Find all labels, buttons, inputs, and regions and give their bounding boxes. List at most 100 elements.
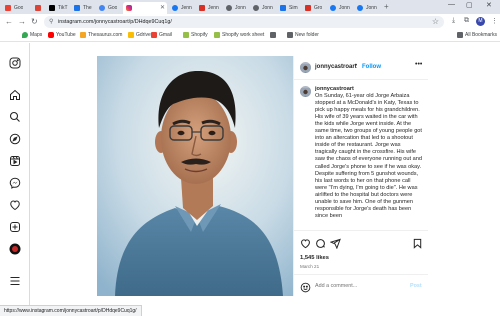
search-icon[interactable] [8,111,22,125]
bookmark-thesaurus[interactable]: Thesaurus.com [80,32,122,38]
like-heart-icon[interactable] [300,236,312,249]
back-icon[interactable]: ← [5,17,13,26]
tab-favicon-icon [172,5,178,11]
bookmark-shopify-work-sheet[interactable]: Shopify work sheet [214,32,264,38]
browser-tab[interactable]: Jenn [196,2,223,14]
browser-tab[interactable]: Goo [2,2,32,14]
tab-favicon-icon [199,5,205,11]
bookmark-star-icon[interactable]: ☆ [432,17,439,26]
divider [294,230,428,231]
explore-icon[interactable] [8,133,22,147]
bookmark-maps[interactable]: Maps [22,32,42,38]
instagram-sidebar [0,43,30,316]
gmail-icon [151,32,157,38]
author-username[interactable]: jonnycastroart [315,64,357,70]
maximize-icon[interactable]: ▢ [466,1,473,9]
portrait-painting [97,56,293,296]
browser-tab[interactable]: Jonn [354,2,381,14]
browser-tab[interactable]: Goo [96,2,123,14]
author-avatar[interactable] [300,62,311,73]
extensions-icon[interactable]: ⧉ [464,17,469,25]
divider [294,274,428,275]
comment-input[interactable]: Add a comment... [315,283,357,289]
browser-profile-avatar[interactable]: M [476,17,485,26]
browser-toolbar: ← → ↻ ⚲ instagram.com/jonnycastroart/p/D… [0,14,500,30]
post-comment-button[interactable]: Post [410,283,422,289]
browser-menu-icon[interactable]: ⋮ [491,17,498,25]
bookmark-shopify[interactable]: Shopify [183,32,208,38]
browser-tab[interactable] [32,2,46,14]
browser-tab[interactable]: Gro [302,2,327,14]
folder-icon [270,32,276,38]
comment-icon[interactable] [315,236,327,248]
close-window-icon[interactable]: ✕ [486,1,492,9]
menu-icon[interactable] [8,275,22,289]
emoji-icon[interactable] [300,280,311,293]
minimize-icon[interactable]: — [448,1,455,8]
youtube-icon [48,32,54,38]
browser-tab-active[interactable]: ✕ [123,2,167,14]
reels-icon[interactable] [8,155,22,169]
more-options-icon[interactable]: ••• [415,61,422,68]
instagram-favicon-icon [126,5,132,11]
thesaurus-icon [80,32,86,38]
heart-icon[interactable] [8,199,22,213]
link-status-bar: https://www.instagram.com/jonnycastroart… [0,305,142,316]
reload-icon[interactable]: ↻ [31,17,38,26]
folder-icon [457,32,463,38]
like-count[interactable]: 1,545 likes [300,255,329,261]
messenger-icon[interactable] [8,177,22,191]
browser-tab[interactable]: Jonn [327,2,354,14]
post-detail-panel: jonnycastroart • Follow ••• jonnycastroa… [293,56,428,296]
tab-favicon-icon [305,5,311,11]
follow-button[interactable]: Follow [362,64,381,70]
tab-favicon-icon [5,5,11,11]
tab-favicon-icon [49,5,55,11]
post-caption: jonnycastroart On Sunday, 61-year old Jo… [315,86,424,226]
browser-tab[interactable]: Sim [277,2,302,14]
separator-dot: • [355,63,358,69]
caption-username[interactable]: jonnycastroart [315,86,354,92]
tab-favicon-icon [330,5,336,11]
tab-favicon-icon [280,5,286,11]
browser-tab[interactable]: Jenn [169,2,196,14]
close-tab-icon[interactable]: ✕ [160,4,165,11]
address-url[interactable]: instagram.com/jonnycastroart/p/DHdqe9Cuq… [58,19,172,25]
gdrive-icon [128,32,134,38]
save-bookmark-icon[interactable] [412,236,424,249]
tab-favicon-icon [226,5,232,11]
new-tab-icon[interactable]: + [384,2,389,11]
browser-tab[interactable]: Jonn [223,2,250,14]
tab-favicon-icon [253,5,259,11]
instagram-logo-icon[interactable] [8,57,22,71]
bookmarks-bar: Maps YouTube Thesaurus.com Gdrive Gmail … [0,30,500,42]
tab-strip: Goo TikT The Goo ✕ Jenn Jenn Jonn Jonn S… [0,0,500,14]
address-bar[interactable]: ⚲ instagram.com/jonnycastroart/p/DHdqe9C… [44,16,444,28]
browser-tab[interactable]: The [71,2,96,14]
tab-favicon-icon [357,5,363,11]
folder-icon [287,32,293,38]
bookmark-gdrive[interactable]: Gdrive [128,32,151,38]
divider [294,79,428,80]
site-info-icon[interactable]: ⚲ [49,18,53,25]
shopify-icon [183,32,189,38]
caption-avatar[interactable] [300,86,311,97]
browser-tab[interactable]: TikT [46,2,71,14]
home-icon[interactable] [8,89,22,103]
shopify-icon [214,32,220,38]
bookmark-gmail[interactable]: Gmail [151,32,172,38]
browser-tab[interactable]: Jonn [250,2,277,14]
create-icon[interactable] [8,221,22,235]
all-bookmarks[interactable]: All Bookmarks [457,32,497,38]
forward-icon[interactable]: → [18,17,26,26]
share-icon[interactable] [329,236,342,250]
bookmark-folder[interactable] [270,32,278,38]
maps-icon [22,32,28,38]
profile-icon[interactable] [8,243,22,257]
tab-favicon-icon [99,5,105,11]
caption-text: On Sunday, 61-year old Jorge Arbaiza sto… [315,93,422,219]
bookmark-youtube[interactable]: YouTube [48,32,76,38]
post-image[interactable] [97,56,293,296]
bookmark-new-folder[interactable]: New folder [287,32,319,38]
downloads-icon[interactable]: ⤓ [452,17,455,25]
